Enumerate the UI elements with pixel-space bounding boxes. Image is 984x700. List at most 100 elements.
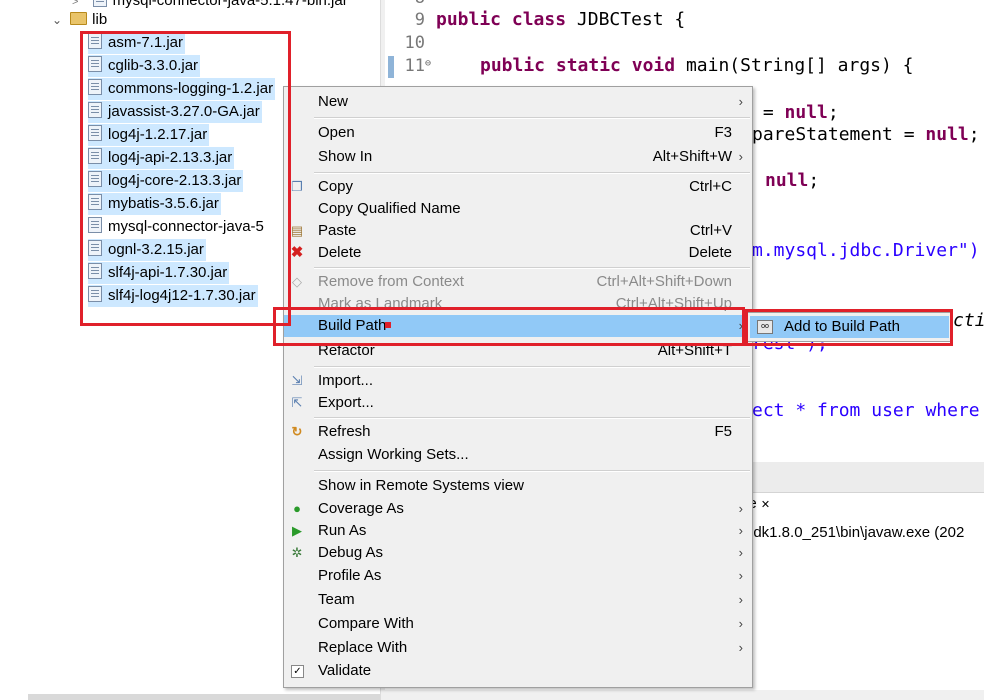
line-number: 8 [385,0,425,8]
jar-label: mysql-connector-java-5 [108,218,264,235]
code-fragment: m.mysql.jdbc.Driver") [752,240,980,261]
export-icon: ⇱ [291,395,303,410]
cursor-icon [385,322,391,328]
jar-icon [88,33,102,49]
submenu-arrow-icon: › [738,568,743,583]
import-icon: ⇲ [291,373,303,388]
menu-item-open[interactable]: Open F3 [284,122,752,144]
menu-item-delete[interactable]: ✖ Delete Delete [284,242,752,264]
menu-item-debug-as[interactable]: ✲ Debug As › [284,542,752,564]
menu-item-compare-with[interactable]: Compare With › [284,613,752,635]
copy-icon: ❐ [291,179,303,194]
code-fragment: null; [765,170,820,191]
submenu-arrow-icon: › [738,318,743,333]
menu-item-copy-qualified-name[interactable]: Copy Qualified Name [284,198,752,220]
console-process-path: jdk1.8.0_251\bin\javaw.exe (202 [750,524,965,541]
jar-icon [88,240,102,256]
code-fragment: cti [953,310,984,331]
submenu-arrow-icon: › [738,545,743,560]
jar-label: mybatis-3.5.6.jar [108,195,219,212]
jar-item[interactable]: javassist-3.27.0-GA.jar [88,101,262,123]
submenu-arrow-icon: › [738,94,743,109]
menu-separator [314,267,750,269]
checkbox-checked-icon: ✓ [291,665,304,678]
jar-item[interactable]: log4j-core-2.13.3.jar [88,170,244,192]
menu-item-run-as[interactable]: ▶ Run As › [284,520,752,542]
menu-item-replace-with[interactable]: Replace With › [284,637,752,659]
jar-label: log4j-api-2.13.3.jar [108,149,233,166]
debug-bug-icon: ✲ [291,545,303,560]
menu-separator [314,366,750,368]
submenu-arrow-icon: › [738,616,743,631]
jar-item[interactable]: mysql-connector-java-5 [88,216,264,238]
code-fragment: = null; [752,102,839,123]
folder-label: lib [92,11,108,28]
paste-icon: ▤ [290,223,304,238]
jar-item[interactable]: slf4j-api-1.7.30.jar [88,262,230,284]
jar-item[interactable]: slf4j-log4j12-1.7.30.jar [88,285,258,307]
jar-label: commons-logging-1.2.jar [108,80,274,97]
remove-context-icon: ◇ [292,274,302,289]
menu-separator [314,470,750,472]
menu-item-add-to-build-path[interactable]: oo Add to Build Path [750,316,949,338]
menu-item-remove-from-context: ◇ Remove from Context Ctrl+Alt+Shift+Down [292,273,732,290]
jar-item[interactable]: ognl-3.2.15.jar [88,239,206,261]
coverage-icon: ● [293,501,301,516]
jar-label: slf4j-log4j12-1.7.30.jar [108,287,256,304]
submenu-arrow-icon: › [738,640,743,655]
folder-icon [70,12,88,25]
submenu-arrow-icon: › [738,523,743,538]
jar-icon [88,125,102,141]
jar-icon [88,194,102,210]
menu-item-import[interactable]: ⇲ Import... [284,370,752,392]
context-menu: New › Open F3 Show In Alt+Shift+W › ❐ Copy Ctr… [283,86,753,688]
fold-toggle-icon[interactable]: ⊖ [425,58,431,69]
menu-item-team[interactable]: Team › [284,589,752,611]
menu-item-refresh[interactable]: ↻ Refresh F5 [284,421,752,443]
jar-item[interactable]: log4j-1.2.17.jar [88,124,210,146]
menu-item-paste[interactable]: ▤ Paste Ctrl+V [284,220,752,242]
menu-item-copy[interactable]: ❐ Copy Ctrl+C [284,176,752,198]
menu-item-export[interactable]: ⇱ Export... [284,392,752,414]
line-number: 11 [404,56,425,76]
collapse-chevron-icon[interactable]: ⌄ [52,9,66,31]
menu-item-new[interactable]: New › [284,91,752,113]
refresh-icon: ↻ [291,424,303,439]
jar-item[interactable]: cglib-3.3.0.jar [88,55,201,77]
horizontal-scrollbar[interactable] [28,694,380,700]
jar-item[interactable]: log4j-api-2.13.3.jar [88,147,235,169]
line-number: 10 [404,33,425,53]
menu-item-profile-as[interactable]: Profile As › [284,565,752,587]
tree-item-mysql-connector-top[interactable]: > mysql-connector-java-5.1.47-bin.jar [72,0,348,12]
code-line-main: public static void main(String[] args) { [480,55,914,76]
jar-item[interactable]: asm-7.1.jar [88,32,186,54]
submenu-arrow-icon: › [738,592,743,607]
jar-icon [88,148,102,164]
jar-icon [88,217,102,233]
submenu-item-label: Add to Build Path [784,318,900,335]
menu-item-show-in[interactable]: Show In Alt+Shift+W › [284,146,752,168]
menu-item-refactor[interactable]: Refactor Alt+Shift+T [284,340,752,362]
menu-item-show-in-remote-systems[interactable]: Show in Remote Systems view [284,475,752,497]
delete-icon: ✖ [290,244,304,261]
jar-label: log4j-1.2.17.jar [108,126,208,143]
code-line-class: public class JDBCTest { [436,9,686,30]
menu-separator [314,172,750,174]
close-icon[interactable]: ✕ [761,499,770,511]
tree-folder-lib[interactable]: ⌄ lib [52,9,107,31]
jar-add-icon: oo [757,320,773,334]
jar-icon [92,0,107,7]
submenu-arrow-icon: › [738,501,743,516]
menu-item-assign-working-sets[interactable]: Assign Working Sets... [284,444,752,466]
jar-item[interactable]: mybatis-3.5.6.jar [88,193,221,215]
menu-item-coverage-as[interactable]: ● Coverage As › [284,498,752,520]
menu-item-build-path[interactable]: Build Path › [284,315,752,337]
expand-arrow-icon[interactable]: > [72,0,78,8]
run-icon: ▶ [292,523,302,538]
jar-label: ognl-3.2.15.jar [108,241,204,258]
jar-icon [88,79,102,95]
line-number: 9 [414,10,425,30]
jar-icon [88,102,102,118]
jar-item[interactable]: commons-logging-1.2.jar [88,78,276,100]
menu-item-validate[interactable]: ✓ Validate [284,660,752,682]
